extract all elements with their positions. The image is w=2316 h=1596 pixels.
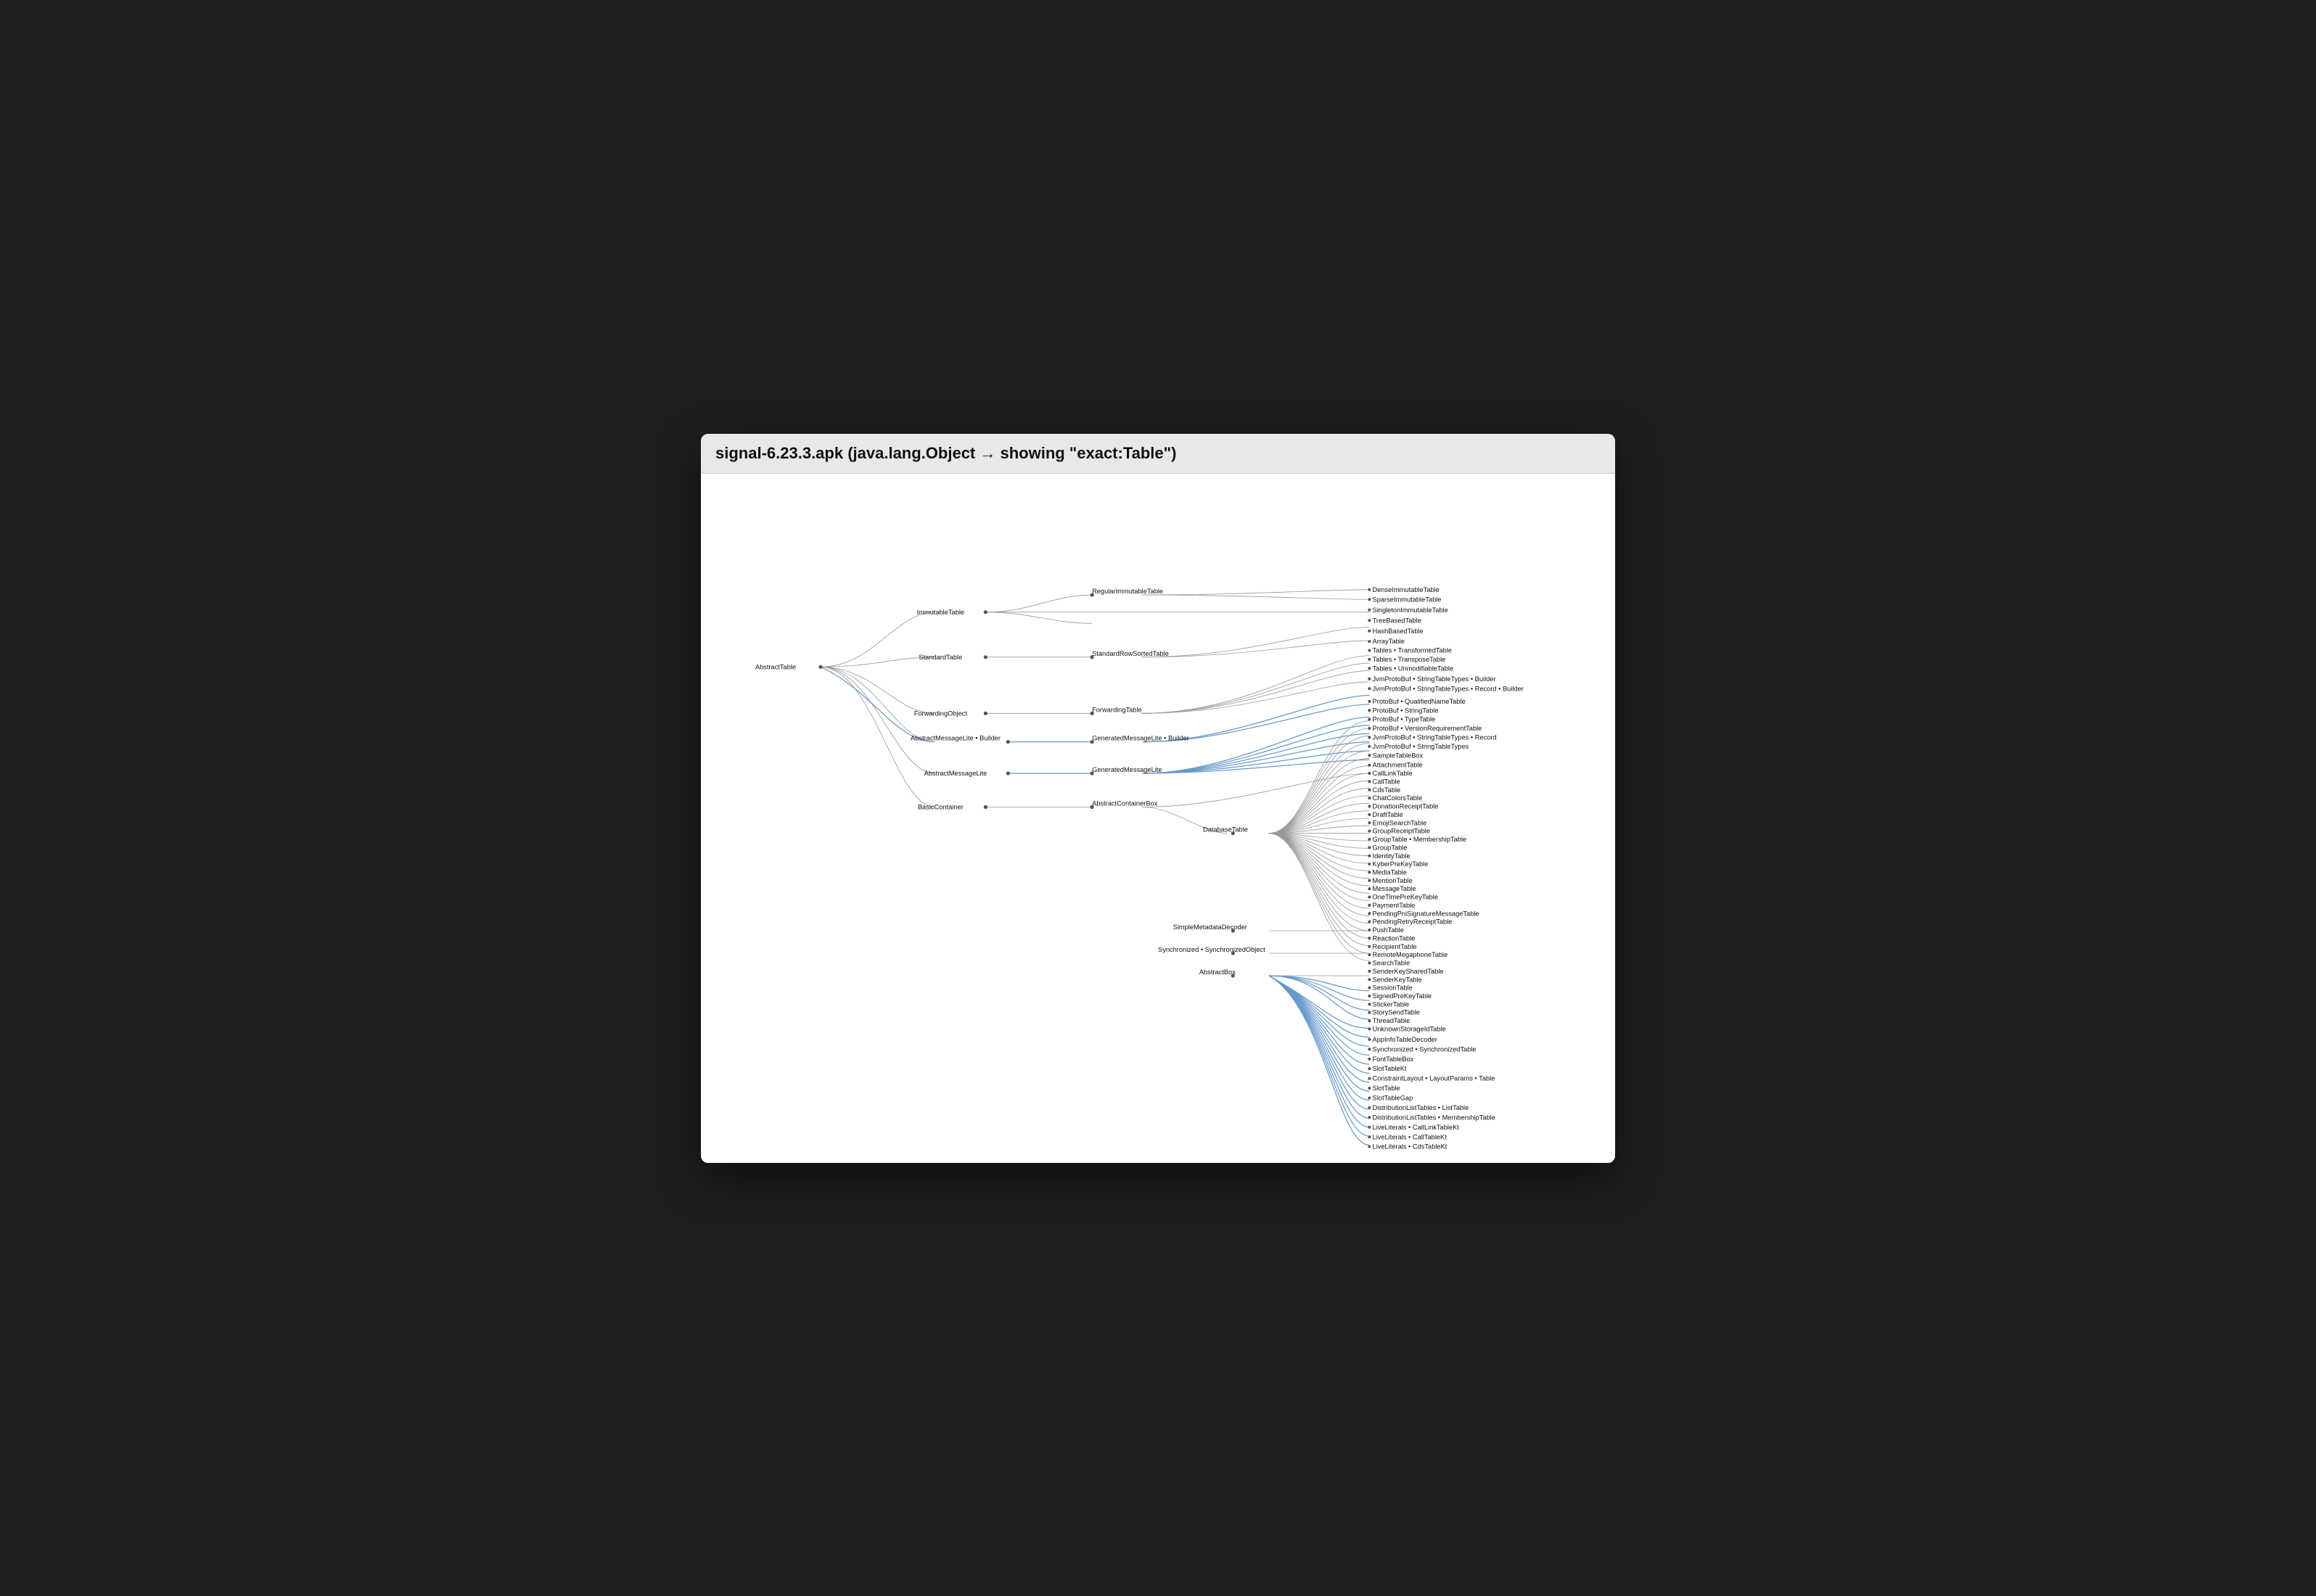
node-KyberPreKeyTable[interactable]: KyberPreKeyTable	[1373, 860, 1429, 868]
node-ProtoBuf-QualifiedNameTable[interactable]: ProtoBuf • QualifiedNameTable	[1373, 697, 1466, 704]
node-GroupTable-MembershipTable[interactable]: GroupTable • MembershipTable	[1373, 836, 1467, 843]
node-SignedPreKeyTable[interactable]: SignedPreKeyTable	[1373, 992, 1432, 1000]
node-DistributionListTables-MembershipTable[interactable]: DistributionListTables • MembershipTable	[1373, 1114, 1495, 1121]
node-ProtoBuf-TypeTable[interactable]: ProtoBuf • TypeTable	[1373, 715, 1436, 723]
node-PaymentTable[interactable]: PaymentTable	[1373, 901, 1416, 908]
hierarchy-graph: AbstractTable ImmutableTable StandardTab…	[708, 481, 1608, 1156]
node-Tables-TransformedTable[interactable]: Tables • TransformedTable	[1373, 646, 1453, 654]
node-StorySendTable[interactable]: StorySendTable	[1373, 1008, 1421, 1016]
node-AbstractTable[interactable]: AbstractTable	[755, 663, 796, 670]
node-AbstractMessageLite-Builder[interactable]: AbstractMessageLite • Builder	[911, 734, 1001, 741]
node-AbstractBox[interactable]: AbstractBox	[1199, 968, 1236, 975]
node-RegularImmutableTable[interactable]: RegularImmutableTable	[1092, 588, 1163, 595]
node-Tables-UnmodifiableTable[interactable]: Tables • UnmodifiableTable	[1373, 665, 1454, 672]
node-SparseImmutableTable[interactable]: SparseImmutableTable	[1373, 596, 1442, 603]
node-ImmutableTable[interactable]: ImmutableTable	[917, 608, 965, 615]
node-ForwardingTable[interactable]: ForwardingTable	[1092, 706, 1142, 713]
node-ThreadTable[interactable]: ThreadTable	[1373, 1017, 1410, 1024]
node-AbstractContainerBox[interactable]: AbstractContainerBox	[1092, 799, 1158, 807]
app-window: signal-6.23.3.apk (java.lang.Object → sh…	[701, 434, 1615, 1163]
node-EmojiSearchTable[interactable]: EmojiSearchTable	[1373, 819, 1427, 826]
node-UnknownStorageIdTable[interactable]: UnknownStorageIdTable	[1373, 1025, 1446, 1032]
node-Synchronized-SynchronizedTable[interactable]: Synchronized • SynchronizedTable	[1373, 1045, 1477, 1053]
node-GroupTable[interactable]: GroupTable	[1373, 844, 1408, 851]
node-BasicContainer[interactable]: BasicContainer	[918, 803, 964, 810]
node-CallLinkTable[interactable]: CallLinkTable	[1373, 770, 1413, 777]
node-SenderKeySharedTable[interactable]: SenderKeySharedTable	[1373, 967, 1444, 974]
node-ArrayTable[interactable]: ArrayTable	[1373, 638, 1405, 645]
node-HashBasedTable[interactable]: HashBasedTable	[1373, 627, 1424, 634]
node-Tables-TransposeTable[interactable]: Tables • TransposeTable	[1373, 656, 1446, 663]
node-ForwardingObject[interactable]: ForwardingObject	[914, 709, 968, 717]
node-ConstraintLayout-LayoutParams-Table[interactable]: ConstraintLayout • LayoutParams • Table	[1373, 1074, 1495, 1082]
node-OneTimePreKeyTable[interactable]: OneTimePreKeyTable	[1373, 893, 1438, 900]
node-LiveLiterals-CallLinkTableKt[interactable]: LiveLiterals • CallLinkTableKt	[1373, 1123, 1460, 1130]
node-PushTable[interactable]: PushTable	[1373, 926, 1404, 934]
node-PendingRetryReceiptTable[interactable]: PendingRetryReceiptTable	[1373, 918, 1453, 925]
node-CallTable[interactable]: CallTable	[1373, 778, 1400, 785]
node-ChatColorsTable[interactable]: ChatColorsTable	[1373, 794, 1423, 802]
node-JvmProtoBuf-StringTableTypes-Record[interactable]: JvmProtoBuf • StringTableTypes • Record	[1373, 733, 1497, 741]
node-StandardTable[interactable]: StandardTable	[919, 653, 962, 660]
node-SlotTableKt[interactable]: SlotTableKt	[1373, 1065, 1407, 1072]
node-SimpleMetadataDecoder[interactable]: SimpleMetadataDecoder	[1173, 923, 1247, 930]
node-DraftTable[interactable]: DraftTable	[1373, 810, 1403, 818]
node-SearchTable[interactable]: SearchTable	[1373, 959, 1410, 966]
node-PendingPniSignatureMessageTable[interactable]: PendingPniSignatureMessageTable	[1373, 910, 1479, 917]
node-RemoteMegaphoneTable[interactable]: RemoteMegaphoneTable	[1373, 951, 1448, 958]
node-RecipientTable[interactable]: RecipientTable	[1373, 942, 1417, 950]
node-AttachmentTable[interactable]: AttachmentTable	[1373, 761, 1423, 768]
node-SlotTable[interactable]: SlotTable	[1373, 1085, 1400, 1092]
node-SessionTable[interactable]: SessionTable	[1373, 984, 1413, 991]
node-DenseImmutableTable[interactable]: DenseImmutableTable	[1373, 585, 1440, 593]
node-GroupReceiptTable[interactable]: GroupReceiptTable	[1373, 827, 1430, 834]
node-DonationReceiptTable[interactable]: DonationReceiptTable	[1373, 802, 1439, 810]
node-MentionTable[interactable]: MentionTable	[1373, 876, 1413, 884]
node-DatabaseTable[interactable]: DatabaseTable	[1203, 826, 1248, 833]
graph-content[interactable]: AbstractTable ImmutableTable StandardTab…	[701, 474, 1615, 1163]
window-title: signal-6.23.3.apk (java.lang.Object → sh…	[715, 444, 1601, 463]
node-LiveLiterals-CallTableKt[interactable]: LiveLiterals • CallTableKt	[1373, 1133, 1448, 1140]
node-JvmProtoBuf-StringTableTypes-Builder[interactable]: JvmProtoBuf • StringTableTypes • Builder	[1373, 675, 1496, 682]
node-ReactionTable[interactable]: ReactionTable	[1373, 934, 1416, 942]
node-ProtoBuf-VersionRequirementTable[interactable]: ProtoBuf • VersionRequirementTable	[1373, 725, 1482, 732]
node-StickerTable[interactable]: StickerTable	[1373, 1000, 1410, 1008]
node-GeneratedMessageLite[interactable]: GeneratedMessageLite	[1092, 765, 1162, 773]
node-AppInfoTableDecoder[interactable]: AppInfoTableDecoder	[1373, 1035, 1437, 1042]
node-StandardRowSortedTable[interactable]: StandardRowSortedTable	[1092, 649, 1169, 657]
node-DistributionListTables-ListTable[interactable]: DistributionListTables • ListTable	[1373, 1103, 1469, 1111]
node-TreeBasedTable[interactable]: TreeBasedTable	[1373, 617, 1421, 624]
node-SampleTableBox[interactable]: SampleTableBox	[1373, 752, 1424, 759]
node-GeneratedMessageLite-Builder[interactable]: GeneratedMessageLite • Builder	[1092, 734, 1189, 741]
node-JvmProtoBuf-StringTableTypes-Record-Builder[interactable]: JvmProtoBuf • StringTableTypes • Record …	[1373, 685, 1524, 692]
node-Synchronized-SynchronizedObject[interactable]: Synchronized • SynchronizedObject	[1158, 945, 1265, 953]
node-JvmProtoBuf-StringTableTypes[interactable]: JvmProtoBuf • StringTableTypes	[1373, 742, 1469, 749]
node-SlotTableGap[interactable]: SlotTableGap	[1373, 1094, 1413, 1101]
node-SingletonImmutableTable[interactable]: SingletonImmutableTable	[1373, 606, 1448, 613]
title-bar: signal-6.23.3.apk (java.lang.Object → sh…	[701, 434, 1615, 474]
node-MessageTable[interactable]: MessageTable	[1373, 885, 1416, 892]
node-AbstractMessageLite[interactable]: AbstractMessageLite	[924, 770, 987, 777]
node-CdsTable[interactable]: CdsTable	[1373, 786, 1401, 793]
node-SenderKeyTable[interactable]: SenderKeyTable	[1373, 976, 1422, 983]
node-IdentityTable[interactable]: IdentityTable	[1373, 852, 1410, 859]
node-FontTableBox[interactable]: FontTableBox	[1373, 1055, 1414, 1062]
node-LiveLiterals-CdsTableKt[interactable]: LiveLiterals • CdsTableKt	[1373, 1143, 1448, 1150]
node-MediaTable[interactable]: MediaTable	[1373, 868, 1407, 876]
node-ProtoBuf-StringTable[interactable]: ProtoBuf • StringTable	[1373, 707, 1439, 714]
